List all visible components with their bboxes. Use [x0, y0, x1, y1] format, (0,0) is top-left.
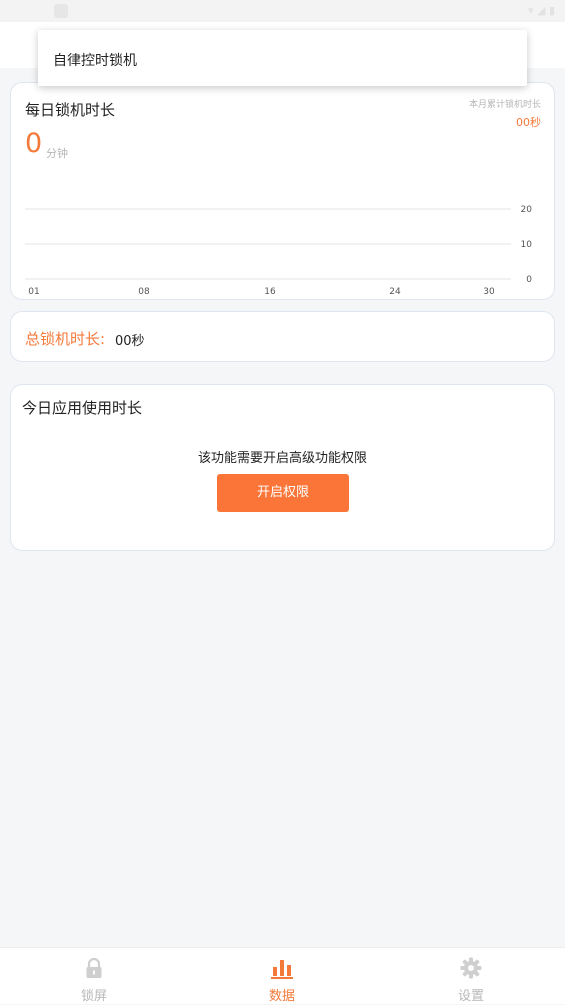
y-tick-label: 0: [526, 275, 532, 285]
status-icons: ▾ ◢ ▮: [527, 4, 555, 17]
app-usage-card: 今日应用使用时长 该功能需要开启高级功能权限 开启权限: [10, 384, 555, 551]
daily-lock-chart: 20 10 0 01 08 16 24 30: [25, 205, 533, 297]
y-tick-label: 10: [521, 240, 533, 250]
x-tick-label: 01: [28, 287, 39, 297]
tab-data[interactable]: 数据: [222, 948, 342, 1005]
gear-icon: [460, 957, 482, 979]
daily-lock-duration-card: 每日锁机时长 0 分钟 本月累计锁机时长 00秒 20 10 0 01 08 16 24 30: [10, 82, 555, 300]
y-tick-label: 20: [521, 205, 533, 215]
bar-chart-icon: [271, 960, 293, 979]
bottom-tab-bar: 锁屏 数据 设置: [0, 947, 565, 1004]
tab-label: 设置: [457, 989, 484, 1004]
permission-notice: 该功能需要开启高级功能权限: [197, 451, 367, 466]
x-tick-label: 30: [483, 287, 495, 297]
tab-settings[interactable]: 设置: [411, 948, 531, 1005]
x-tick-label: 16: [264, 287, 276, 297]
tab-label: 数据: [268, 989, 295, 1004]
x-tick-label: 08: [138, 287, 150, 297]
status-bar: ▾ ◢ ▮: [0, 0, 565, 22]
total-lock-label: 总锁机时长:: [25, 330, 106, 348]
lock-icon: [86, 957, 102, 978]
app-notification-icon: [54, 4, 68, 18]
card-title: 今日应用使用时长: [22, 399, 143, 417]
total-lock-duration-card: 总锁机时长: 00秒: [10, 311, 555, 362]
total-lock-value: 00秒: [115, 334, 145, 349]
tab-lock-screen[interactable]: 锁屏: [34, 948, 154, 1005]
tab-label: 锁屏: [80, 989, 107, 1004]
dropdown-menu: 自律控时锁机: [38, 30, 527, 86]
menu-item-self-discipline-lock[interactable]: 自律控时锁机: [53, 50, 137, 70]
enable-permission-button[interactable]: 开启权限: [217, 474, 349, 512]
x-tick-label: 24: [389, 287, 401, 297]
